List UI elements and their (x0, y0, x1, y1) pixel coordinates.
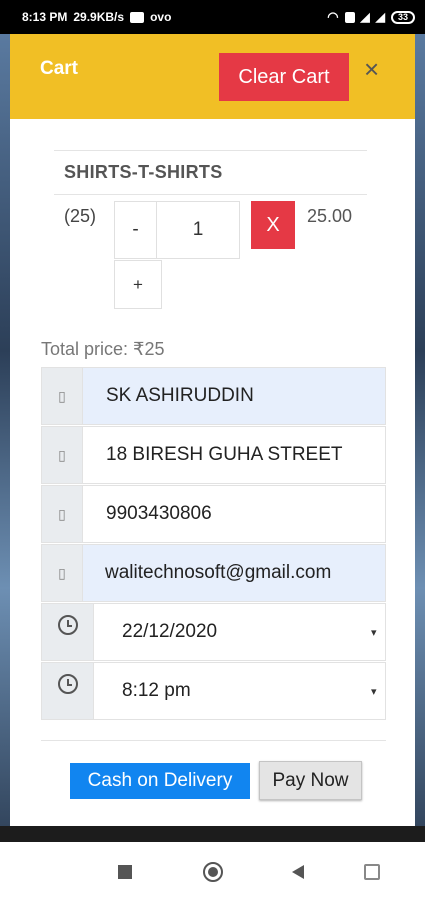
divider-item (54, 194, 367, 195)
pay-now-button[interactable]: Pay Now (259, 761, 362, 800)
envelope-icon: ▯ (42, 545, 83, 601)
clock-icon (57, 615, 78, 635)
modal-header: Cart Clear Cart × (10, 34, 415, 119)
remove-item-button[interactable]: X (251, 201, 295, 249)
phone-field[interactable]: ▯ 9903430806 (41, 485, 386, 543)
screen-toggle-icon[interactable] (364, 864, 380, 880)
email-field[interactable]: ▯ walitechnosoft@gmail.com (41, 544, 386, 602)
time-clock-addon (42, 663, 94, 719)
divider-top (54, 150, 367, 151)
cart-modal: Cart Clear Cart × SHIRTS-T-SHIRTS (25) -… (10, 34, 415, 826)
status-bar: 8:13 PM 29.9KB/s ovo ◠ ◢ ◢ 33 (0, 0, 425, 34)
name-field[interactable]: ▯ SK ASHIRUDDIN (41, 367, 386, 425)
time-value: 8:12 pm (122, 680, 191, 701)
name-value: SK ASHIRUDDIN (83, 368, 385, 424)
status-speed: 29.9KB/s (73, 10, 125, 24)
close-icon[interactable]: × (364, 54, 379, 85)
signal-icon: ◢ (360, 10, 370, 24)
wifi-icon: ◠ (327, 9, 339, 24)
item-count: (25) (64, 206, 97, 226)
total-price: Total price: ₹25 (41, 339, 165, 359)
back-icon[interactable] (292, 865, 304, 879)
bottom-strip (0, 826, 425, 842)
signal-icon-2: ◢ (375, 10, 385, 24)
status-carrier: ovo (150, 10, 172, 24)
backdrop-left (0, 34, 10, 826)
increment-button[interactable]: + (114, 260, 162, 309)
clock-icon (57, 674, 78, 694)
phone-icon: ▯ (42, 486, 83, 542)
email-value: walitechnosoft@gmail.com (83, 545, 385, 601)
modal-title: Cart (40, 58, 79, 79)
date-select[interactable]: 22/12/2020 ▾ (41, 603, 386, 661)
divider-footer (41, 740, 386, 741)
message-icon (130, 11, 145, 23)
chevron-down-icon: ▾ (371, 626, 377, 639)
recent-apps-icon[interactable] (118, 865, 132, 879)
quantity-input[interactable]: 1 (156, 201, 240, 259)
item-category: SHIRTS-T-SHIRTS (64, 162, 223, 182)
phone-value: 9903430806 (106, 503, 212, 524)
user-icon: ▯ (42, 368, 83, 424)
home-button-icon[interactable] (203, 862, 223, 882)
date-clock-addon (42, 604, 94, 660)
status-time: 8:13 PM (22, 10, 68, 24)
decrement-button[interactable]: - (114, 201, 157, 259)
backdrop-right (415, 34, 425, 826)
cash-on-delivery-button[interactable]: Cash on Delivery (70, 763, 250, 799)
address-field[interactable]: ▯ 18 BIRESH GUHA STREET (41, 426, 386, 484)
address-value: 18 BIRESH GUHA STREET (106, 444, 343, 465)
clear-cart-button[interactable]: Clear Cart (219, 53, 349, 101)
sim-icon (344, 11, 355, 23)
chevron-down-icon: ▾ (371, 685, 377, 698)
item-price: 25.00 (307, 206, 353, 226)
date-value: 22/12/2020 (122, 621, 218, 642)
home-icon: ▯ (42, 427, 83, 483)
time-select[interactable]: 8:12 pm ▾ (41, 662, 386, 720)
battery-icon: 33 (391, 10, 415, 24)
navigation-bar (0, 842, 425, 900)
